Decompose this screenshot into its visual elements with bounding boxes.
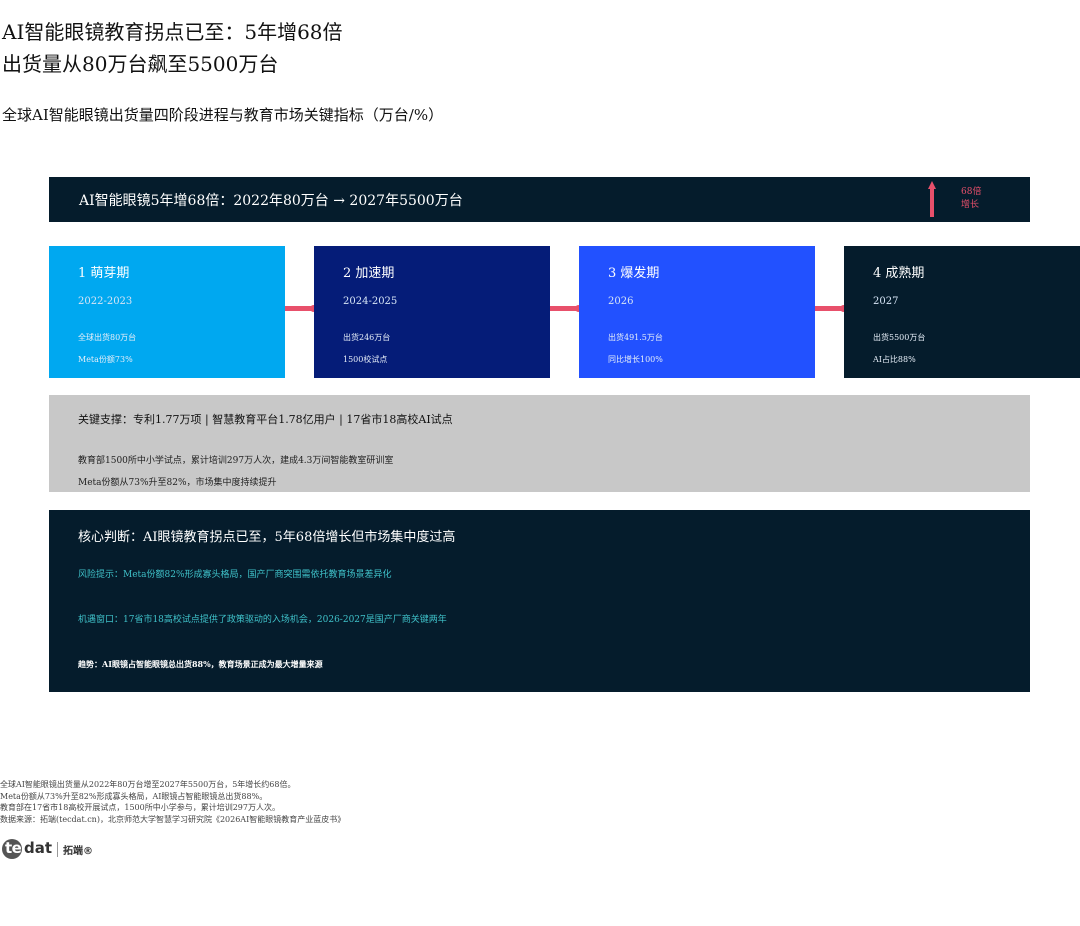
page-subtitle: 全球AI智能眼镜出货量四阶段进程与教育市场关键指标（万台/%） bbox=[2, 106, 444, 124]
footnotes: 全球AI智能眼镜出货量从2022年80万台增至2027年5500万台，5年增长约… bbox=[0, 779, 345, 825]
logo-cn-text: 拓端® bbox=[63, 846, 93, 857]
stage-years: 2024-2025 bbox=[343, 296, 398, 307]
stage-card-2: 2 加速期 2024-2025 出货246万台 1500校试点 bbox=[314, 246, 550, 378]
stage-title: 3 爆发期 bbox=[608, 266, 660, 281]
stage-metric-1: 全球出货80万台 bbox=[78, 333, 137, 342]
stage-card-1: 1 萌芽期 2022-2023 全球出货80万台 Meta份额73% bbox=[49, 246, 285, 378]
stage-metric-1: 出货491.5万台 bbox=[608, 333, 663, 342]
stage-metric-2: Meta份额73% bbox=[78, 355, 133, 364]
title-line-2: 出货量从80万台飙至5500万台 bbox=[2, 52, 279, 76]
trend-note: 趋势：AI眼镜占智能眼镜总出货88%，教育场景正成为最大增量来源 bbox=[78, 659, 323, 669]
stage-metric-1: 出货5500万台 bbox=[873, 333, 926, 342]
core-judgement-panel: 核心判断：AI眼镜教育拐点已至，5年68倍增长但市场集中度过高 风险提示：Met… bbox=[49, 510, 1030, 692]
stage-title: 2 加速期 bbox=[343, 266, 395, 281]
stage-metric-2: 1500校试点 bbox=[343, 355, 388, 364]
banner-text: AI智能眼镜5年增68倍：2022年80万台 → 2027年5500万台 bbox=[79, 193, 463, 209]
footnote-line: 教育部在17省市18高校开展试点，1500所中小学参与，累计培训297万人次。 bbox=[0, 803, 280, 812]
growth-banner: AI智能眼镜5年增68倍：2022年80万台 → 2027年5500万台 68倍… bbox=[49, 177, 1030, 222]
support-line-1: 教育部1500所中小学试点，累计培训297万人次，建成4.3万间智能教室研训室 bbox=[78, 456, 394, 466]
judgement-title: 核心判断：AI眼镜教育拐点已至，5年68倍增长但市场集中度过高 bbox=[78, 530, 456, 545]
stage-metric-2: AI占比88% bbox=[873, 355, 916, 364]
stage-years: 2026 bbox=[608, 296, 634, 307]
opportunity-note: 机遇窗口：17省市18高校试点提供了政策驱动的入场机会，2026-2027是国产… bbox=[78, 615, 447, 625]
stage-years: 2027 bbox=[873, 296, 899, 307]
stage-card-3: 3 爆发期 2026 出货491.5万台 同比增长100% bbox=[579, 246, 815, 378]
stage-title: 1 萌芽期 bbox=[78, 266, 130, 281]
title-line-1: AI智能眼镜教育拐点已至：5年增68倍 bbox=[2, 20, 343, 44]
page-title: AI智能眼镜教育拐点已至：5年增68倍 出货量从80万台飙至5500万台 bbox=[2, 16, 343, 80]
stage-title: 4 成熟期 bbox=[873, 266, 925, 281]
arrow-up-icon bbox=[928, 181, 936, 217]
stage-card-4: 4 成熟期 2027 出货5500万台 AI占比88% bbox=[844, 246, 1080, 378]
footnote-line: 全球AI智能眼镜出货量从2022年80万台增至2027年5500万台，5年增长约… bbox=[0, 780, 296, 789]
support-title: 关键支撑：专利1.77万项 | 智慧教育平台1.78亿用户 | 17省市18高校… bbox=[78, 413, 453, 426]
risk-note: 风险提示：Meta份额82%形成寡头格局，国产厂商突围需依托教育场景差异化 bbox=[78, 570, 392, 580]
growth-label-line-1: 68倍 bbox=[961, 187, 982, 197]
growth-label: 68倍 增长 bbox=[961, 186, 981, 212]
logo-dat-text: dat bbox=[24, 839, 53, 857]
footnote-line: Meta份额从73%升至82%形成寡头格局，AI眼镜占智能眼镜总出货88%。 bbox=[0, 791, 268, 801]
stage-connector-2 bbox=[550, 305, 582, 312]
logo-divider bbox=[57, 842, 58, 857]
growth-label-line-2: 增长 bbox=[961, 200, 980, 210]
stage-years: 2022-2023 bbox=[78, 296, 133, 307]
support-line-2: Meta份额从73%升至82%，市场集中度持续提升 bbox=[78, 478, 277, 488]
source-line: 数据来源：拓端(tecdat.cn)，北京师范大学智慧学习研究院《2026AI智… bbox=[0, 814, 346, 824]
stage-metric-1: 出货246万台 bbox=[343, 333, 391, 342]
key-support-panel: 关键支撑：专利1.77万项 | 智慧教育平台1.78亿用户 | 17省市18高校… bbox=[49, 395, 1030, 492]
stage-connector-1 bbox=[285, 305, 317, 312]
stage-connector-3 bbox=[815, 305, 847, 312]
stage-metric-2: 同比增长100% bbox=[608, 355, 663, 364]
